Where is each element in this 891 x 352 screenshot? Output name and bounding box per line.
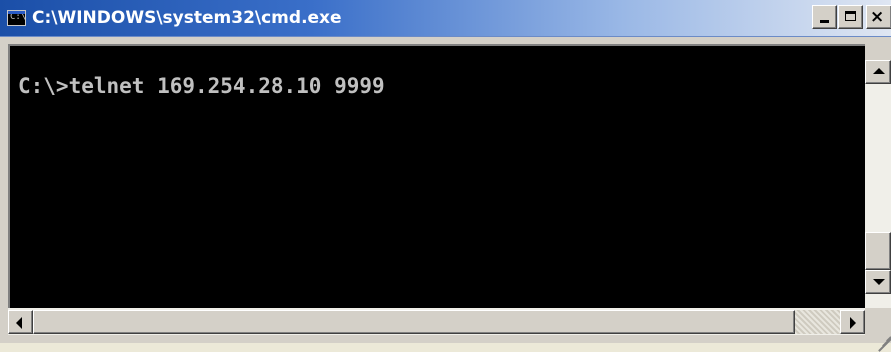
scroll-up-arrow[interactable] [865, 60, 891, 84]
horizontal-scroll-track[interactable] [795, 310, 840, 334]
resize-grip[interactable] [865, 310, 891, 352]
window-title: C:\WINDOWS\system32\cmd.exe [32, 8, 342, 28]
scroll-down-arrow[interactable] [865, 270, 891, 294]
scroll-left-arrow[interactable] [8, 310, 33, 334]
maximize-icon [845, 11, 856, 21]
triangle-left-icon [16, 317, 22, 329]
triangle-down-icon [873, 279, 885, 285]
title-bar[interactable]: C:\ C:\WINDOWS\system32\cmd.exe × [0, 0, 891, 37]
minimize-icon [820, 20, 829, 23]
console-line: C:\>telnet 169.254.28.10 9999 [18, 74, 385, 98]
close-icon: × [870, 7, 885, 27]
horizontal-scroll-thumb[interactable] [33, 310, 795, 334]
console-output[interactable]: C:\>telnet 169.254.28.10 9999 [8, 44, 865, 308]
vertical-scroll-thumb[interactable] [865, 232, 891, 270]
cmd-window: C:\ C:\WINDOWS\system32\cmd.exe × C:\>te… [0, 0, 891, 352]
cmd-icon[interactable]: C:\ [7, 10, 26, 26]
triangle-up-icon [873, 68, 885, 74]
maximize-button[interactable] [838, 5, 863, 29]
triangle-right-icon [850, 317, 856, 329]
cmd-icon-text: C:\ [10, 12, 27, 22]
close-button[interactable]: × [866, 5, 891, 29]
minimize-button[interactable] [812, 5, 837, 29]
scroll-right-arrow[interactable] [840, 310, 865, 334]
